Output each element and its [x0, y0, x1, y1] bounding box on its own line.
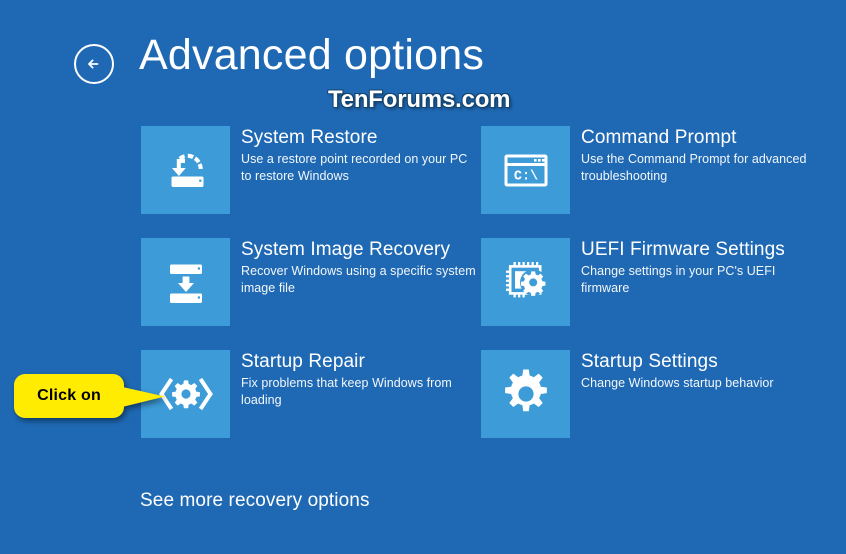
option-text: Command Prompt Use the Command Prompt fo… [570, 126, 821, 185]
option-text: Startup Settings Change Windows startup … [570, 350, 821, 392]
svg-text:C:\: C:\ [513, 170, 537, 185]
uefi-chip-icon [498, 256, 554, 308]
option-title: Startup Repair [241, 351, 365, 372]
option-system-restore[interactable]: System Restore Use a restore point recor… [141, 126, 481, 238]
option-text: System Restore Use a restore point recor… [230, 126, 481, 185]
option-description: Change Windows startup behavior [581, 376, 774, 391]
callout-bubble: Click on [14, 374, 124, 418]
page-header: Advanced options TenForums.com [0, 0, 846, 113]
option-tile[interactable]: C:\ [481, 126, 570, 214]
option-title: Command Prompt [581, 127, 737, 148]
option-description: Recover Windows using a specific system … [241, 264, 476, 295]
option-description: Use a restore point recorded on your PC … [241, 152, 468, 183]
page-title: Advanced options [139, 31, 485, 79]
option-tile[interactable] [481, 350, 570, 438]
gear-icon [497, 365, 555, 423]
options-row: System Image Recovery Recover Windows us… [141, 238, 821, 350]
option-text: Startup Repair Fix problems that keep Wi… [230, 350, 481, 409]
see-more-recovery-options-link[interactable]: See more recovery options [140, 490, 370, 512]
click-on-callout: Click on [14, 374, 166, 418]
back-button[interactable] [74, 44, 114, 84]
command-prompt-icon: C:\ [499, 145, 553, 195]
advanced-options-grid: System Restore Use a restore point recor… [141, 126, 821, 462]
option-startup-settings[interactable]: Startup Settings Change Windows startup … [481, 350, 821, 462]
option-tile[interactable] [481, 238, 570, 326]
option-description: Use the Command Prompt for advanced trou… [581, 152, 807, 183]
option-title: Startup Settings [581, 351, 718, 372]
callout-label: Click on [37, 387, 101, 404]
back-arrow-icon [83, 53, 105, 75]
option-title: System Image Recovery [241, 239, 451, 260]
option-system-image-recovery[interactable]: System Image Recovery Recover Windows us… [141, 238, 481, 350]
option-title: UEFI Firmware Settings [581, 239, 785, 260]
option-startup-repair[interactable]: Startup Repair Fix problems that keep Wi… [141, 350, 481, 462]
site-watermark: TenForums.com [328, 86, 511, 113]
option-tile[interactable] [141, 126, 230, 214]
options-row: Startup Repair Fix problems that keep Wi… [141, 350, 821, 462]
option-description: Fix problems that keep Windows from load… [241, 376, 452, 407]
callout-pointer-icon [118, 382, 166, 417]
options-row: System Restore Use a restore point recor… [141, 126, 821, 238]
option-title: System Restore [241, 127, 378, 148]
option-command-prompt[interactable]: C:\ Command Prompt Use the Command Promp… [481, 126, 821, 238]
system-restore-icon [158, 144, 214, 196]
option-tile[interactable] [141, 238, 230, 326]
option-text: UEFI Firmware Settings Change settings i… [570, 238, 821, 297]
option-text: System Image Recovery Recover Windows us… [230, 238, 481, 297]
option-uefi-firmware-settings[interactable]: UEFI Firmware Settings Change settings i… [481, 238, 821, 350]
option-description: Change settings in your PC's UEFI firmwa… [581, 264, 776, 295]
system-image-recovery-icon [158, 256, 214, 308]
